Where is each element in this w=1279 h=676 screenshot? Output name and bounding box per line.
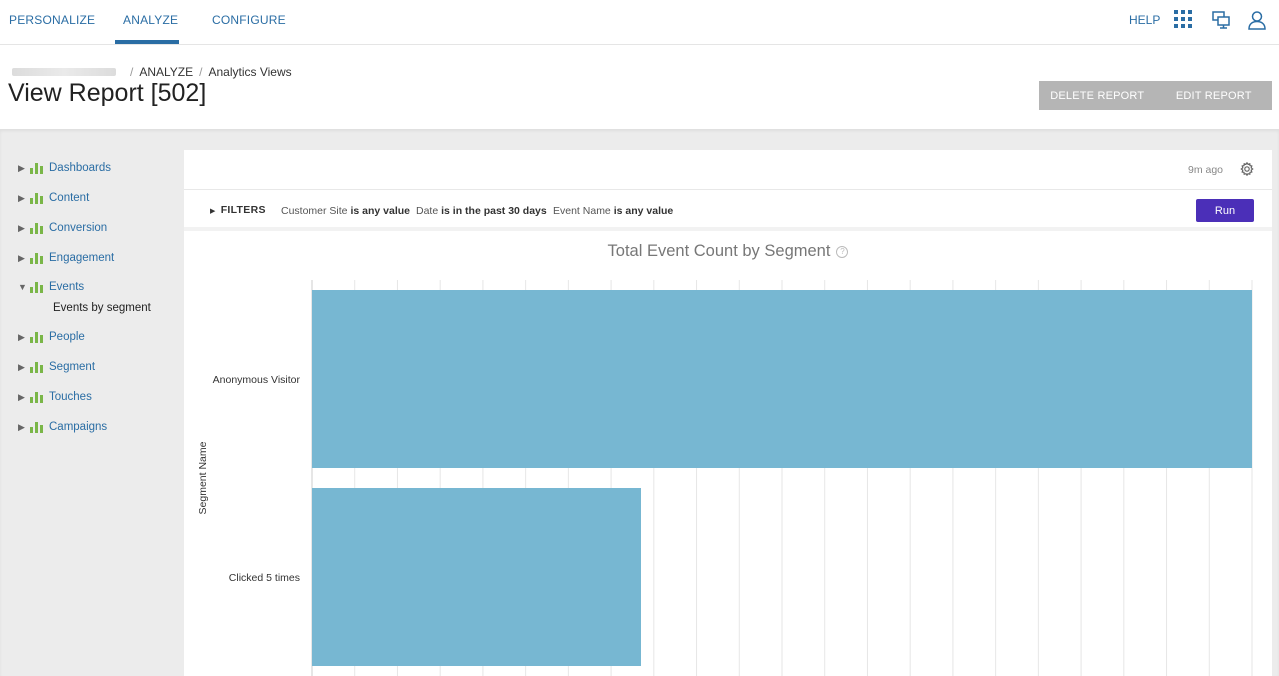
report-actions: DELETE REPORT EDIT REPORT (1039, 81, 1272, 110)
tab-configure[interactable]: CONFIGURE (212, 0, 286, 45)
caret-right-icon[interactable]: ▶ (18, 362, 30, 373)
sidebar-item-label: Touches (49, 391, 92, 403)
bar-chart-icon (30, 331, 44, 343)
sidebar-item-events[interactable]: ▼ Events (18, 277, 84, 297)
caret-right-icon[interactable]: ▶ (18, 193, 30, 204)
breadcrumb-separator: / (130, 65, 134, 79)
sidebar-subitem-events-by-segment[interactable]: Events by segment (53, 302, 151, 314)
y-axis-label: Segment Name (197, 441, 209, 514)
sidebar-item-label: Content (49, 192, 90, 204)
sidebar-item-label: Conversion (49, 222, 108, 234)
filter-condition: is in the past 30 days (441, 205, 547, 217)
breadcrumb-page[interactable]: Analytics Views (208, 65, 291, 79)
panel-toolbar: 9m ago (184, 150, 1272, 190)
active-tab-indicator (115, 40, 179, 44)
sidebar-item-label: Campaigns (49, 421, 108, 433)
filters-bar: ▶ FILTERS Customer Site is any value Date… (184, 191, 1272, 231)
bar-chart-icon (30, 281, 44, 293)
last-run-time: 9m ago (1188, 164, 1224, 176)
caret-right-icon[interactable]: ▶ (18, 422, 30, 433)
caret-right-icon[interactable]: ▶ (18, 163, 30, 174)
bar-chart-icon (30, 162, 44, 174)
sidebar-item-segment[interactable]: ▶ Segment (18, 357, 95, 377)
bar-chart-icon (30, 252, 44, 264)
edit-report-button[interactable]: EDIT REPORT (1156, 81, 1273, 110)
bar-chart-icon (30, 222, 44, 234)
breadcrumb: / ANALYZE / Analytics Views (12, 65, 292, 79)
sidebar-item-label: Engagement (49, 252, 115, 264)
sidebar-item-touches[interactable]: ▶ Touches (18, 387, 92, 407)
bar-anonymous-visitor[interactable] (312, 290, 1252, 468)
filter-date[interactable]: Date is in the past 30 days (416, 205, 547, 217)
breadcrumb-redacted (12, 68, 116, 76)
top-nav: PERSONALIZE ANALYZE CONFIGURE HELP (0, 0, 1279, 45)
breadcrumb-separator: / (199, 65, 203, 79)
filters-label: FILTERS (220, 204, 266, 216)
caret-right-icon: ▶ (210, 208, 216, 215)
chart-title-row: Total Event Count by Segment? (184, 242, 1272, 261)
filters-toggle[interactable]: ▶ FILTERS (210, 204, 266, 216)
breadcrumb-section[interactable]: ANALYZE (139, 65, 193, 79)
sidebar-item-engagement[interactable]: ▶ Engagement (18, 248, 114, 268)
bar-chart-icon (30, 361, 44, 373)
sidebar-item-dashboards[interactable]: ▶ Dashboards (18, 158, 111, 178)
tab-personalize[interactable]: PERSONALIZE (9, 0, 95, 45)
bar-clicked-5-times[interactable] (312, 488, 641, 666)
filter-field: Customer Site (281, 205, 348, 217)
filter-customer-site[interactable]: Customer Site is any value (281, 205, 410, 217)
category-label: Anonymous Visitor (213, 374, 301, 386)
caret-right-icon[interactable]: ▶ (18, 253, 30, 264)
caret-right-icon[interactable]: ▶ (18, 392, 30, 403)
monitor-icon[interactable] (1211, 10, 1231, 30)
sidebar-item-label: Events (49, 281, 85, 293)
help-link[interactable]: HELP (1129, 0, 1160, 40)
help-circle-icon[interactable]: ? (836, 246, 849, 258)
sidebar-item-people[interactable]: ▶ People (18, 327, 85, 347)
gear-icon[interactable] (1240, 161, 1254, 177)
page-title: View Report [502] (8, 79, 207, 107)
bar-chart: Anonymous Visitor Clicked 5 times Segment … (197, 280, 1253, 676)
bar-chart-icon (30, 421, 44, 433)
report-panel: 9m ago ▶ FILTERS Customer Site is any val… (184, 150, 1272, 676)
filter-condition: is any value (613, 205, 674, 217)
run-button[interactable]: Run (1196, 199, 1254, 222)
filter-field: Event Name (553, 205, 611, 217)
sidebar-item-conversion[interactable]: ▶ Conversion (18, 218, 107, 238)
apps-grid-icon[interactable] (1174, 10, 1194, 30)
caret-right-icon[interactable]: ▶ (18, 223, 30, 234)
caret-right-icon[interactable]: ▶ (18, 332, 30, 343)
caret-down-icon[interactable]: ▼ (18, 282, 30, 292)
sidebar-item-content[interactable]: ▶ Content (18, 188, 89, 208)
tab-analyze[interactable]: ANALYZE (123, 0, 178, 45)
sidebar-item-label: Segment (49, 361, 96, 373)
delete-report-button[interactable]: DELETE REPORT (1039, 81, 1156, 110)
bar-chart-icon (30, 391, 44, 403)
sidebar-item-label: Dashboards (49, 162, 112, 174)
page-header: / ANALYZE / Analytics Views View Report … (0, 45, 1279, 129)
bar-chart-icon (30, 192, 44, 204)
category-label: Clicked 5 times (229, 572, 300, 584)
chart-title: Total Event Count by Segment (607, 242, 831, 260)
filter-event-name[interactable]: Event Name is any value (553, 205, 673, 217)
filter-condition: is any value (350, 205, 410, 217)
sidebar-item-campaigns[interactable]: ▶ Campaigns (18, 417, 107, 437)
sidebar-item-label: People (49, 331, 85, 343)
filter-field: Date (416, 205, 439, 217)
user-icon[interactable] (1247, 10, 1267, 30)
